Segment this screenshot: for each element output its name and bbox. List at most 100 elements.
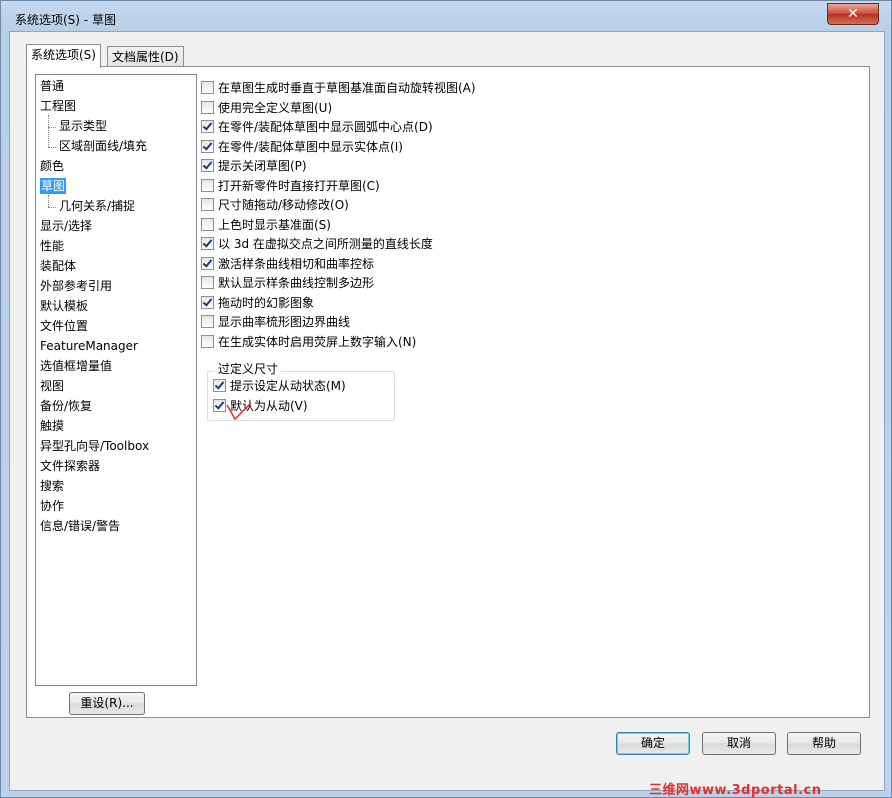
tree-item[interactable]: 选值框增量值	[40, 357, 112, 375]
tree-item-label: 区域剖面线/填充	[59, 139, 148, 153]
option-checkbox-row[interactable]: 打开新零件时直接打开草图(C)	[201, 177, 380, 195]
tree-item[interactable]: 性能	[40, 237, 64, 255]
tree-item-label: 普通	[40, 79, 65, 93]
tree-item[interactable]: 文件探索器	[40, 457, 100, 475]
option-label: 提示设定从动状态(M)	[230, 379, 346, 393]
ok-button[interactable]: 确定	[616, 732, 690, 755]
tree-item-label: 显示/选择	[40, 219, 93, 233]
overdefined-group-title: 过定义尺寸	[215, 362, 282, 376]
option-checkbox-row[interactable]: 拖动时的幻影图象	[201, 294, 314, 312]
checkbox[interactable]	[201, 217, 214, 231]
tab-document-properties[interactable]: 文档属性(D)	[107, 46, 184, 67]
checkbox[interactable]	[201, 139, 214, 153]
option-checkbox-row[interactable]: 在零件/装配体草图中显示圆弧中心点(D)	[201, 118, 433, 136]
group-option-checkbox-row[interactable]: 提示设定从动状态(M)	[213, 377, 346, 395]
option-checkbox-row[interactable]: 默认显示样条曲线控制多边形	[201, 274, 374, 292]
tree-item[interactable]: 区域剖面线/填充	[59, 137, 147, 155]
close-button[interactable]: ✕	[827, 3, 879, 25]
option-label: 打开新零件时直接打开草图(C)	[218, 178, 380, 193]
option-checkbox-row[interactable]: 提示关闭草图(P)	[201, 157, 307, 175]
tree-item[interactable]: FeatureManager	[40, 337, 138, 355]
option-checkbox-row[interactable]: 使用完全定义草图(U)	[201, 99, 332, 117]
checkbox[interactable]	[201, 159, 214, 172]
tree-item[interactable]: 普通	[40, 77, 64, 95]
tree-item[interactable]: 异型孔向导/Toolbox	[40, 437, 149, 455]
tree-item-label: 文件探索器	[40, 459, 101, 473]
options-tree[interactable]: 普通工程图显示类型区域剖面线/填充颜色草图几何关系/捕捉显示/选择性能装配体外部…	[35, 74, 197, 686]
option-checkbox-row[interactable]: 以 3d 在虚拟交点之间所测量的直线长度	[201, 235, 433, 253]
tree-item-label: 装配体	[40, 259, 77, 273]
tree-item[interactable]: 默认模板	[40, 297, 88, 315]
tree-item[interactable]: 显示类型	[59, 117, 107, 135]
option-checkbox-row[interactable]: 在草图生成时垂直于草图基准面自动旋转视图(A)	[201, 79, 476, 97]
checkbox[interactable]	[213, 379, 226, 392]
option-checkbox-row[interactable]: 在生成实体时启用荧屏上数字输入(N)	[201, 333, 416, 351]
tree-item[interactable]: 触摸	[40, 417, 64, 435]
options-dialog: 系统选项(S) - 草图 ✕ 系统选项(S) 文档属性(D) 普通工程图显示类型…	[0, 0, 892, 798]
option-label: 提示关闭草图(P)	[218, 159, 307, 173]
cancel-button[interactable]: 取消	[702, 732, 776, 755]
tree-item[interactable]: 搜索	[40, 477, 64, 495]
option-label: 拖动时的幻影图象	[218, 295, 315, 310]
tree-item-label: 工程图	[40, 99, 77, 113]
reset-button[interactable]: 重设(R)...	[69, 692, 145, 715]
tree-item[interactable]: 显示/选择	[40, 217, 92, 235]
red-checkmark-annotation-icon	[226, 402, 252, 421]
option-checkbox-row[interactable]: 显示曲率梳形图边界曲线	[201, 313, 350, 331]
tree-item[interactable]: 装配体	[40, 257, 76, 275]
tab-page: 普通工程图显示类型区域剖面线/填充颜色草图几何关系/捕捉显示/选择性能装配体外部…	[26, 66, 870, 718]
tree-item-label: 触摸	[40, 419, 65, 433]
tab-system-options[interactable]: 系统选项(S)	[26, 44, 101, 68]
checkbox[interactable]	[201, 198, 214, 211]
checkbox[interactable]	[201, 315, 214, 328]
option-label: 显示曲率梳形图边界曲线	[218, 315, 351, 329]
checkbox[interactable]	[201, 295, 214, 309]
tree-item[interactable]: 文件位置	[40, 317, 88, 335]
option-label: 上色时显示基准面(S)	[218, 217, 331, 232]
checkbox[interactable]	[201, 276, 214, 289]
tree-item-label: 异型孔向导/Toolbox	[40, 439, 150, 453]
tree-item-label: 默认模板	[40, 299, 89, 313]
option-label: 在生成实体时启用荧屏上数字输入(N)	[218, 334, 417, 349]
tree-item-label: 文件位置	[40, 319, 89, 333]
option-checkbox-row[interactable]: 上色时显示基准面(S)	[201, 216, 331, 234]
tree-item-label: FeatureManager	[40, 339, 138, 353]
tree-connector	[48, 115, 49, 147]
tree-item[interactable]: 工程图	[40, 97, 76, 115]
window-title: 系统选项(S) - 草图	[15, 13, 116, 27]
option-label: 以 3d 在虚拟交点之间所测量的直线长度	[218, 237, 433, 251]
tree-item[interactable]: 视图	[40, 377, 64, 395]
tree-item-label: 显示类型	[59, 119, 108, 133]
tree-item-label: 几何关系/捕捉	[59, 199, 136, 213]
tree-connector	[48, 147, 56, 148]
checkbox[interactable]	[201, 334, 214, 348]
checkbox[interactable]	[201, 237, 214, 250]
option-checkbox-row[interactable]: 在零件/装配体草图中显示实体点(I)	[201, 138, 403, 156]
tree-item[interactable]: 信息/错误/警告	[40, 517, 120, 535]
tree-item-label: 外部参考引用	[40, 279, 113, 293]
tree-item[interactable]: 外部参考引用	[40, 277, 112, 295]
help-button[interactable]: 帮助	[787, 732, 861, 755]
tree-item-label: 选值框增量值	[40, 359, 113, 373]
option-label: 在零件/装配体草图中显示实体点(I)	[218, 139, 403, 154]
dialog-client-area: 系统选项(S) 文档属性(D) 普通工程图显示类型区域剖面线/填充颜色草图几何关…	[9, 31, 885, 791]
tree-item-label: 备份/恢复	[40, 399, 93, 413]
tree-item[interactable]: 备份/恢复	[40, 397, 92, 415]
tree-item-label: 信息/错误/警告	[40, 519, 121, 533]
checkbox[interactable]	[201, 81, 214, 94]
checkbox[interactable]	[201, 178, 214, 192]
option-label: 在零件/装配体草图中显示圆弧中心点(D)	[218, 120, 433, 134]
checkbox[interactable]	[201, 100, 214, 114]
tree-item-label: 性能	[40, 239, 65, 253]
title-bar[interactable]: 系统选项(S) - 草图 ✕	[1, 1, 891, 31]
option-checkbox-row[interactable]: 激活样条曲线相切和曲率控标	[201, 255, 374, 273]
tree-item[interactable]: 草图	[40, 177, 67, 195]
tree-item[interactable]: 颜色	[40, 157, 64, 175]
tree-item[interactable]: 几何关系/捕捉	[59, 197, 135, 215]
tree-item-label: 搜索	[40, 479, 65, 493]
checkbox[interactable]	[201, 256, 214, 270]
option-label: 尺寸随拖动/移动修改(O)	[218, 198, 349, 212]
option-checkbox-row[interactable]: 尺寸随拖动/移动修改(O)	[201, 196, 349, 214]
tree-item[interactable]: 协作	[40, 497, 64, 515]
checkbox[interactable]	[201, 120, 214, 133]
